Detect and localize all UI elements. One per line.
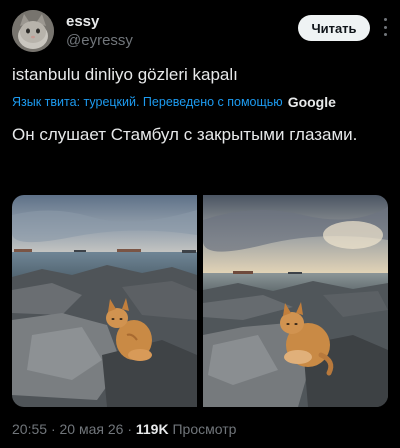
author-names: essy @eyressy: [66, 13, 133, 51]
more-vertical-icon[interactable]: [382, 18, 388, 36]
views-label: Просмотр: [172, 421, 237, 437]
photo-cat-on-rocks-sea-right[interactable]: [203, 195, 388, 407]
translation-note-text: Язык твита: турецкий. Переведено с помощ…: [12, 95, 283, 109]
display-name[interactable]: essy: [66, 13, 133, 31]
avatar[interactable]: [12, 10, 54, 52]
user-handle[interactable]: @eyressy: [66, 31, 133, 51]
tweet-time[interactable]: 20:55: [12, 421, 47, 437]
cat-avatar-icon: [12, 10, 54, 52]
media-grid: [12, 195, 388, 407]
read-button[interactable]: Читать: [298, 15, 370, 41]
meta-separator: ·: [50, 421, 56, 437]
photo-cat-on-rocks-sea-left[interactable]: [12, 195, 197, 407]
views-count[interactable]: 119K: [136, 421, 169, 437]
tweet-meta: 20:55 · 20 мая 26 · 119K Просмотр: [12, 421, 236, 437]
tweet-date[interactable]: 20 мая 26: [60, 421, 124, 437]
tweet-original-text: istanbulu dinliyo gözleri kapalı: [12, 65, 238, 84]
tweet-translated-text: Он слушает Стамбул с закрытыми глазами.: [12, 125, 358, 144]
google-logo: Google: [287, 94, 336, 110]
translation-note[interactable]: Язык твита: турецкий. Переведено с помощ…: [12, 94, 336, 110]
tweet-header: essy @eyressy Читать: [12, 10, 388, 54]
meta-separator: ·: [127, 421, 132, 437]
